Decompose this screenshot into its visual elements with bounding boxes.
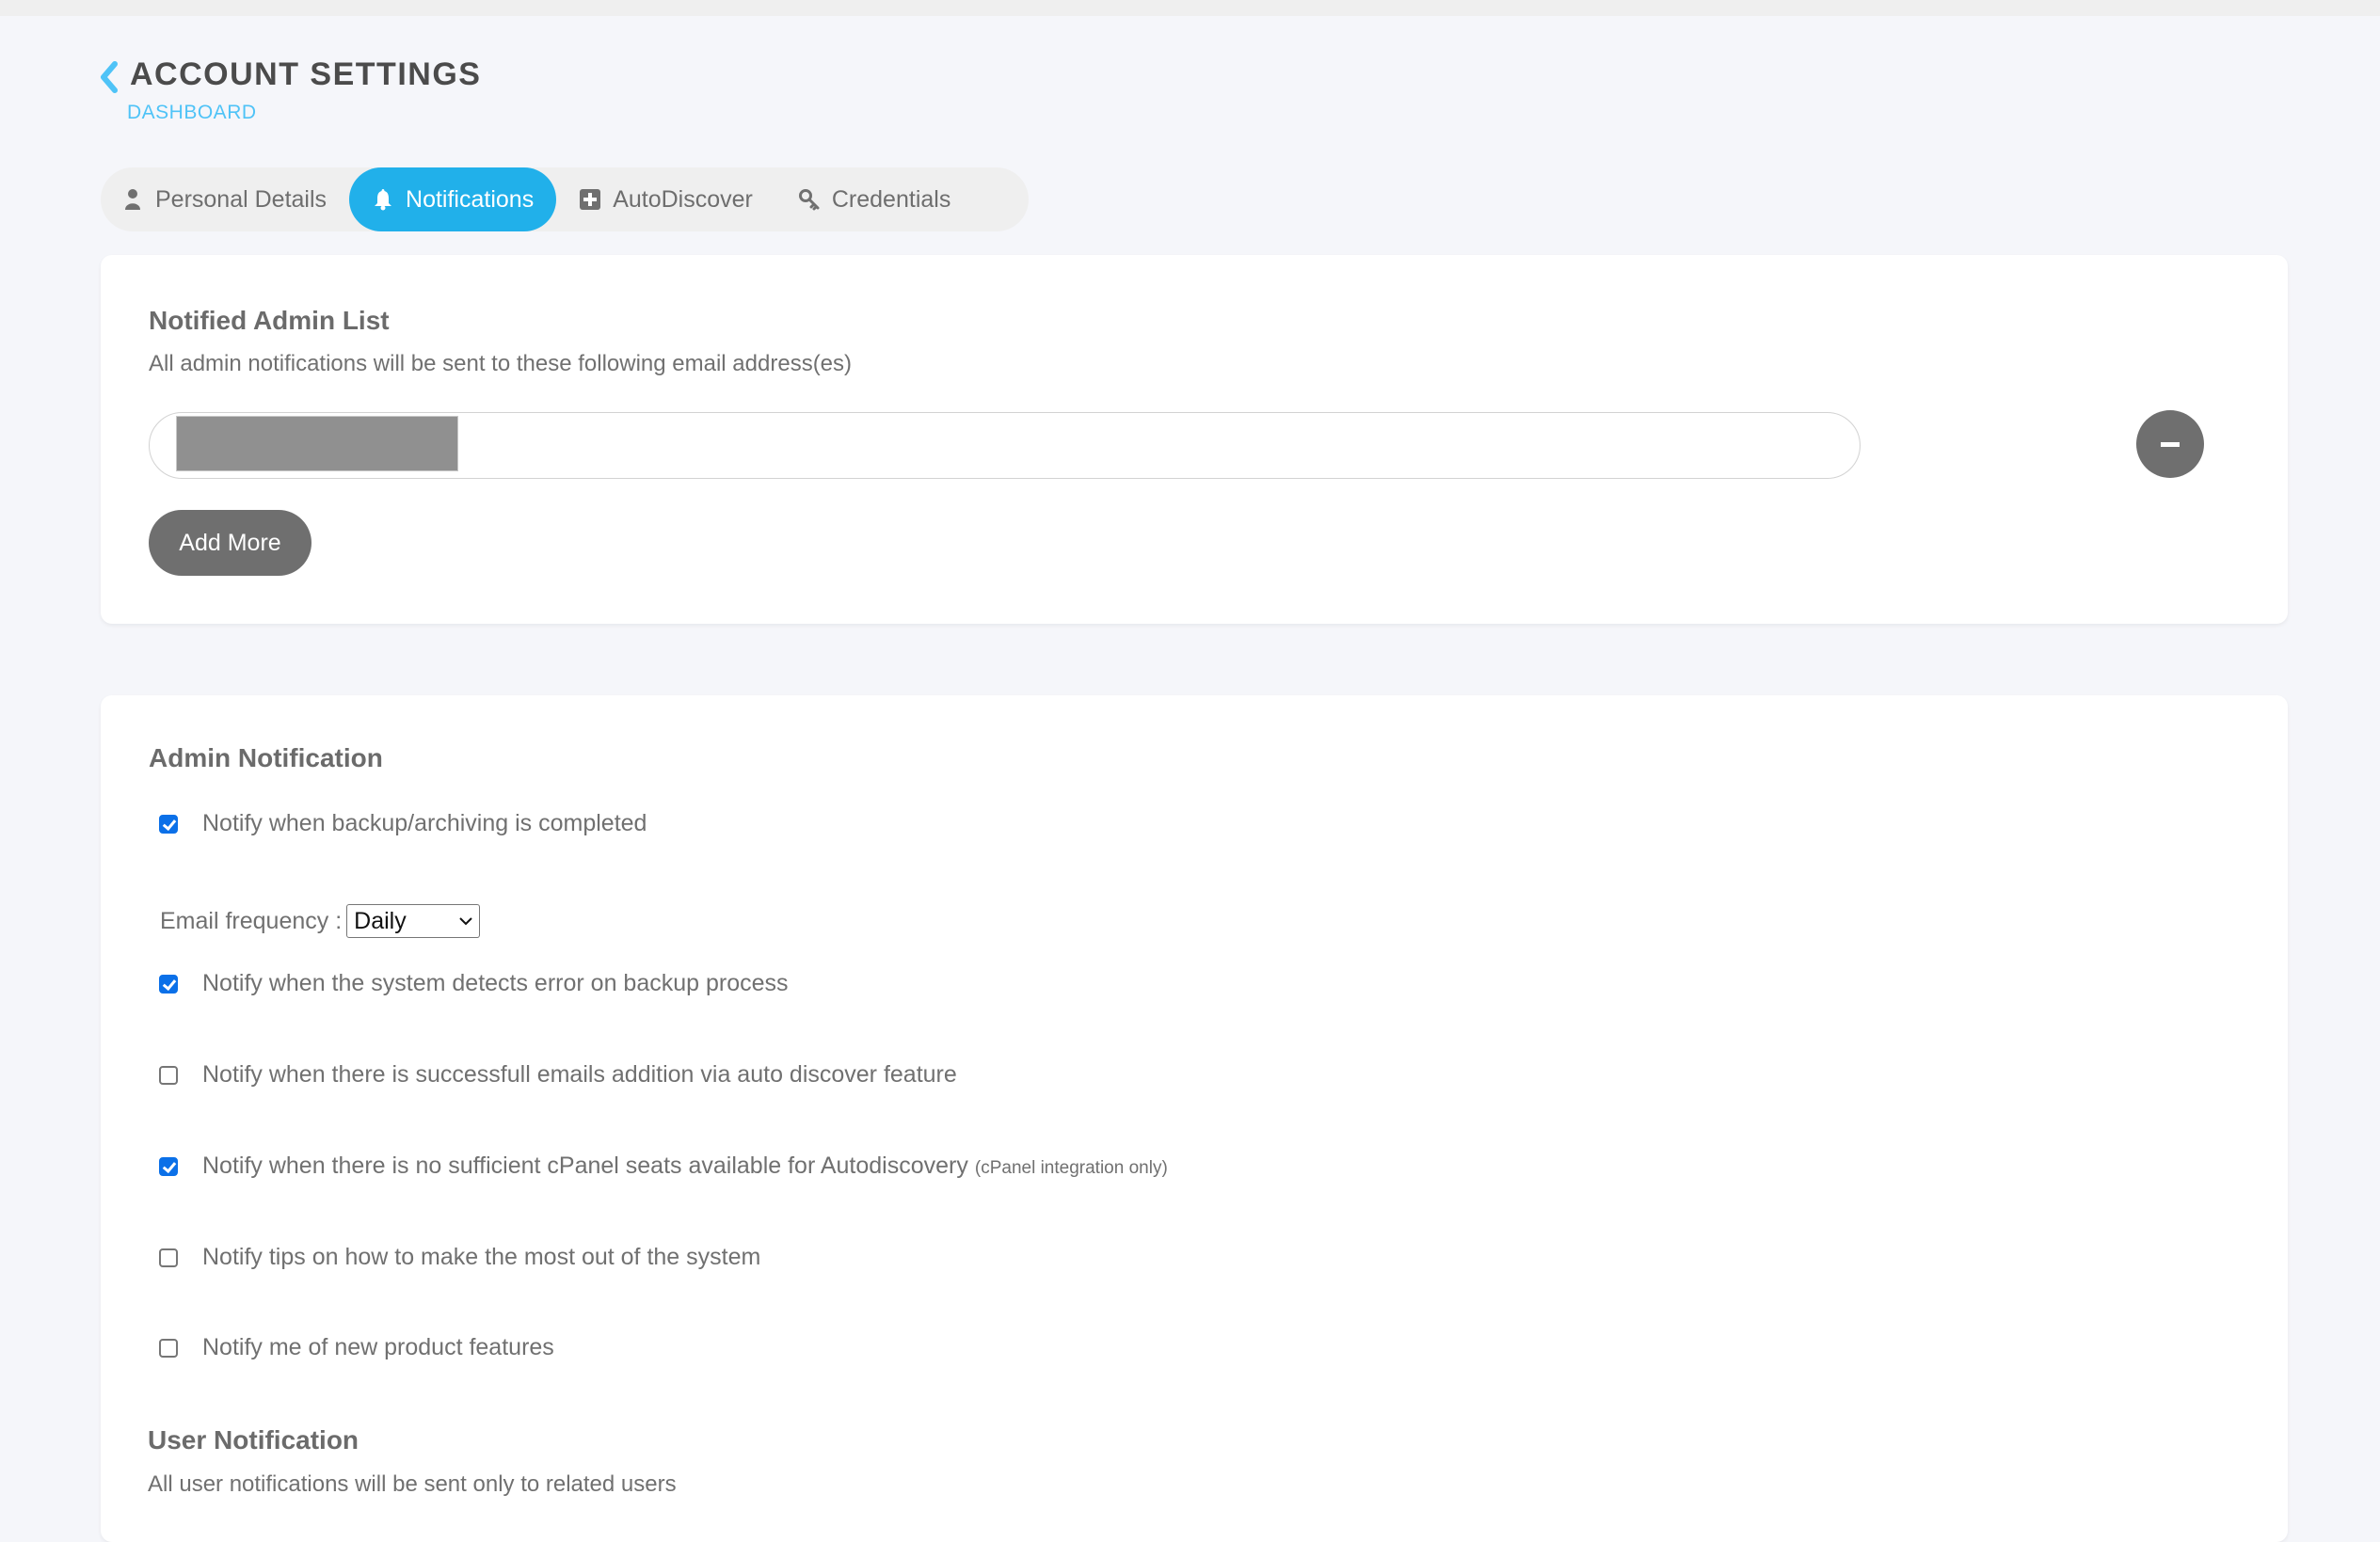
option-tips: Notify tips on how to make the most out …: [159, 1244, 760, 1271]
selected-value: Daily: [354, 907, 407, 934]
tab-label: Notifications: [406, 185, 535, 213]
option-note: (cPanel integration only): [974, 1157, 1168, 1178]
option-cpanel-seats: Notify when there is no sufficient cPane…: [159, 1153, 1168, 1180]
remove-email-button[interactable]: [2136, 410, 2204, 478]
tab-autodiscover[interactable]: AutoDiscover: [556, 167, 798, 231]
tab-label: Personal Details: [155, 185, 327, 213]
settings-tabs: Personal Details Notifications AutoDisco…: [101, 167, 1029, 231]
checkbox-autodiscover-success[interactable]: [159, 1065, 178, 1085]
option-backup-completed: Notify when backup/archiving is complete…: [159, 810, 647, 837]
checkbox-cpanel-seats[interactable]: [159, 1156, 178, 1176]
redacted-email: [176, 416, 458, 471]
email-frequency-label: Email frequency :: [160, 907, 343, 934]
top-strip: [0, 0, 2380, 16]
checkbox-backup-completed[interactable]: [159, 814, 178, 834]
checkbox-tips[interactable]: [159, 1248, 178, 1267]
bell-icon: [372, 188, 394, 211]
plus-square-icon: [579, 188, 601, 211]
option-autodiscover-success: Notify when there is successfull emails …: [159, 1061, 957, 1089]
option-backup-error: Notify when the system detects error on …: [159, 970, 789, 997]
chevron-down-icon: [458, 915, 473, 927]
notified-admin-list-card: Notified Admin List All admin notificati…: [101, 255, 2288, 624]
checkbox-backup-error[interactable]: [159, 974, 178, 994]
option-label: Notify when the system detects error on …: [202, 970, 789, 996]
option-label: Notify when backup/archiving is complete…: [202, 810, 647, 836]
checkbox-product-features[interactable]: [159, 1338, 178, 1358]
user-notification-description: All user notifications will be sent only…: [148, 1471, 677, 1497]
tab-label: Credentials: [831, 185, 951, 213]
option-label: Notify tips on how to make the most out …: [202, 1244, 761, 1270]
tab-label: AutoDiscover: [613, 185, 753, 213]
option-label: Notify when there is successfull emails …: [202, 1061, 957, 1088]
section-description: All admin notifications will be sent to …: [149, 351, 853, 376]
user-icon: [121, 188, 144, 211]
page-title: ACCOUNT SETTINGS: [130, 56, 482, 92]
email-frequency-select[interactable]: Daily: [346, 904, 481, 938]
admin-email-input[interactable]: [149, 412, 1861, 479]
breadcrumb-dashboard[interactable]: DASHBOARD: [127, 102, 257, 124]
tab-notifications[interactable]: Notifications: [349, 167, 557, 231]
notification-settings-card: Admin Notification Notify when backup/ar…: [101, 695, 2288, 1542]
admin-notification-title: Admin Notification: [149, 743, 383, 772]
tab-credentials[interactable]: Credentials: [798, 167, 971, 231]
chevron-left-icon[interactable]: [98, 60, 120, 94]
section-title: Notified Admin List: [149, 306, 390, 335]
add-more-button[interactable]: Add More: [149, 510, 311, 576]
option-product-features: Notify me of new product features: [159, 1334, 554, 1361]
option-label: Notify when there is no sufficient cPane…: [202, 1153, 968, 1179]
key-icon: [798, 188, 821, 211]
user-notification-title: User Notification: [148, 1425, 359, 1455]
email-frequency-field: Email frequency : Daily: [160, 904, 481, 938]
option-label: Notify me of new product features: [202, 1334, 554, 1360]
minus-circle-icon: [2161, 441, 2180, 447]
tab-personal-details[interactable]: Personal Details: [121, 167, 349, 231]
